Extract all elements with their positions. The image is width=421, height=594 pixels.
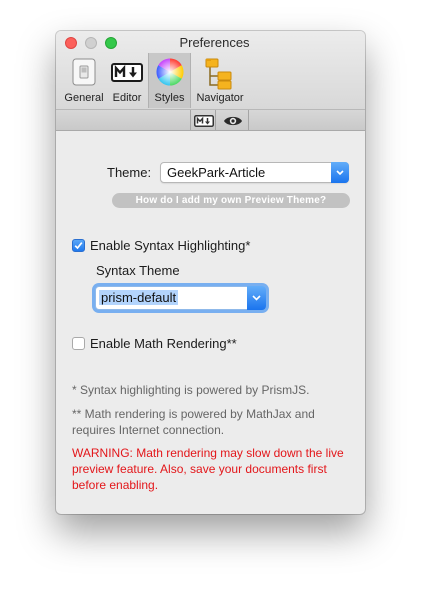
general-icon (69, 57, 99, 92)
tab-styles[interactable]: Styles (148, 53, 191, 108)
math-warning: WARNING: Math rendering may slow down th… (72, 446, 344, 492)
eye-icon (223, 114, 243, 132)
preview-mode-button[interactable] (216, 110, 249, 130)
select-arrows-icon (331, 162, 349, 183)
theme-label: Theme: (107, 165, 152, 180)
markdown-icon (194, 114, 214, 132)
color-wheel-icon (155, 57, 185, 92)
syntax-highlighting-label: Enable Syntax Highlighting* (90, 238, 251, 253)
markdown-icon (111, 57, 143, 92)
math-footnote: ** Math rendering is powered by MathJax … (72, 407, 315, 437)
theme-select-value: GeekPark-Article (167, 165, 266, 180)
tab-styles-label: Styles (154, 92, 185, 104)
math-rendering-label: Enable Math Rendering** (90, 336, 237, 351)
add-theme-help-button[interactable]: How do I add my own Preview Theme? (112, 193, 350, 208)
syntax-theme-label: Syntax Theme (96, 263, 180, 278)
theme-select[interactable]: GeekPark-Article (160, 162, 349, 183)
syntax-highlighting-checkbox[interactable] (72, 239, 85, 252)
tab-editor-label: Editor (112, 92, 142, 104)
tab-editor[interactable]: Editor (108, 53, 146, 108)
syntax-theme-select[interactable]: prism-default (95, 286, 266, 310)
markdown-mode-button[interactable] (190, 110, 216, 130)
math-rendering-checkbox[interactable] (72, 337, 85, 350)
window-title: Preferences (179, 35, 250, 50)
syntax-theme-value: prism-default (99, 290, 179, 305)
syntax-footnote: * Syntax highlighting is powered by Pris… (72, 383, 310, 397)
title-bar: Preferences General Editor Styles Naviga… (56, 31, 365, 110)
tab-navigator[interactable]: Navigator (192, 53, 248, 108)
tab-general-label: General (64, 92, 104, 104)
select-arrows-icon (247, 286, 266, 310)
preferences-window: Preferences General Editor Styles Naviga… (56, 31, 365, 514)
tab-general[interactable]: General (62, 53, 106, 108)
tab-navigator-label: Navigator (196, 92, 244, 104)
preview-mode-bar (56, 110, 365, 131)
folder-tree-icon (204, 57, 236, 96)
